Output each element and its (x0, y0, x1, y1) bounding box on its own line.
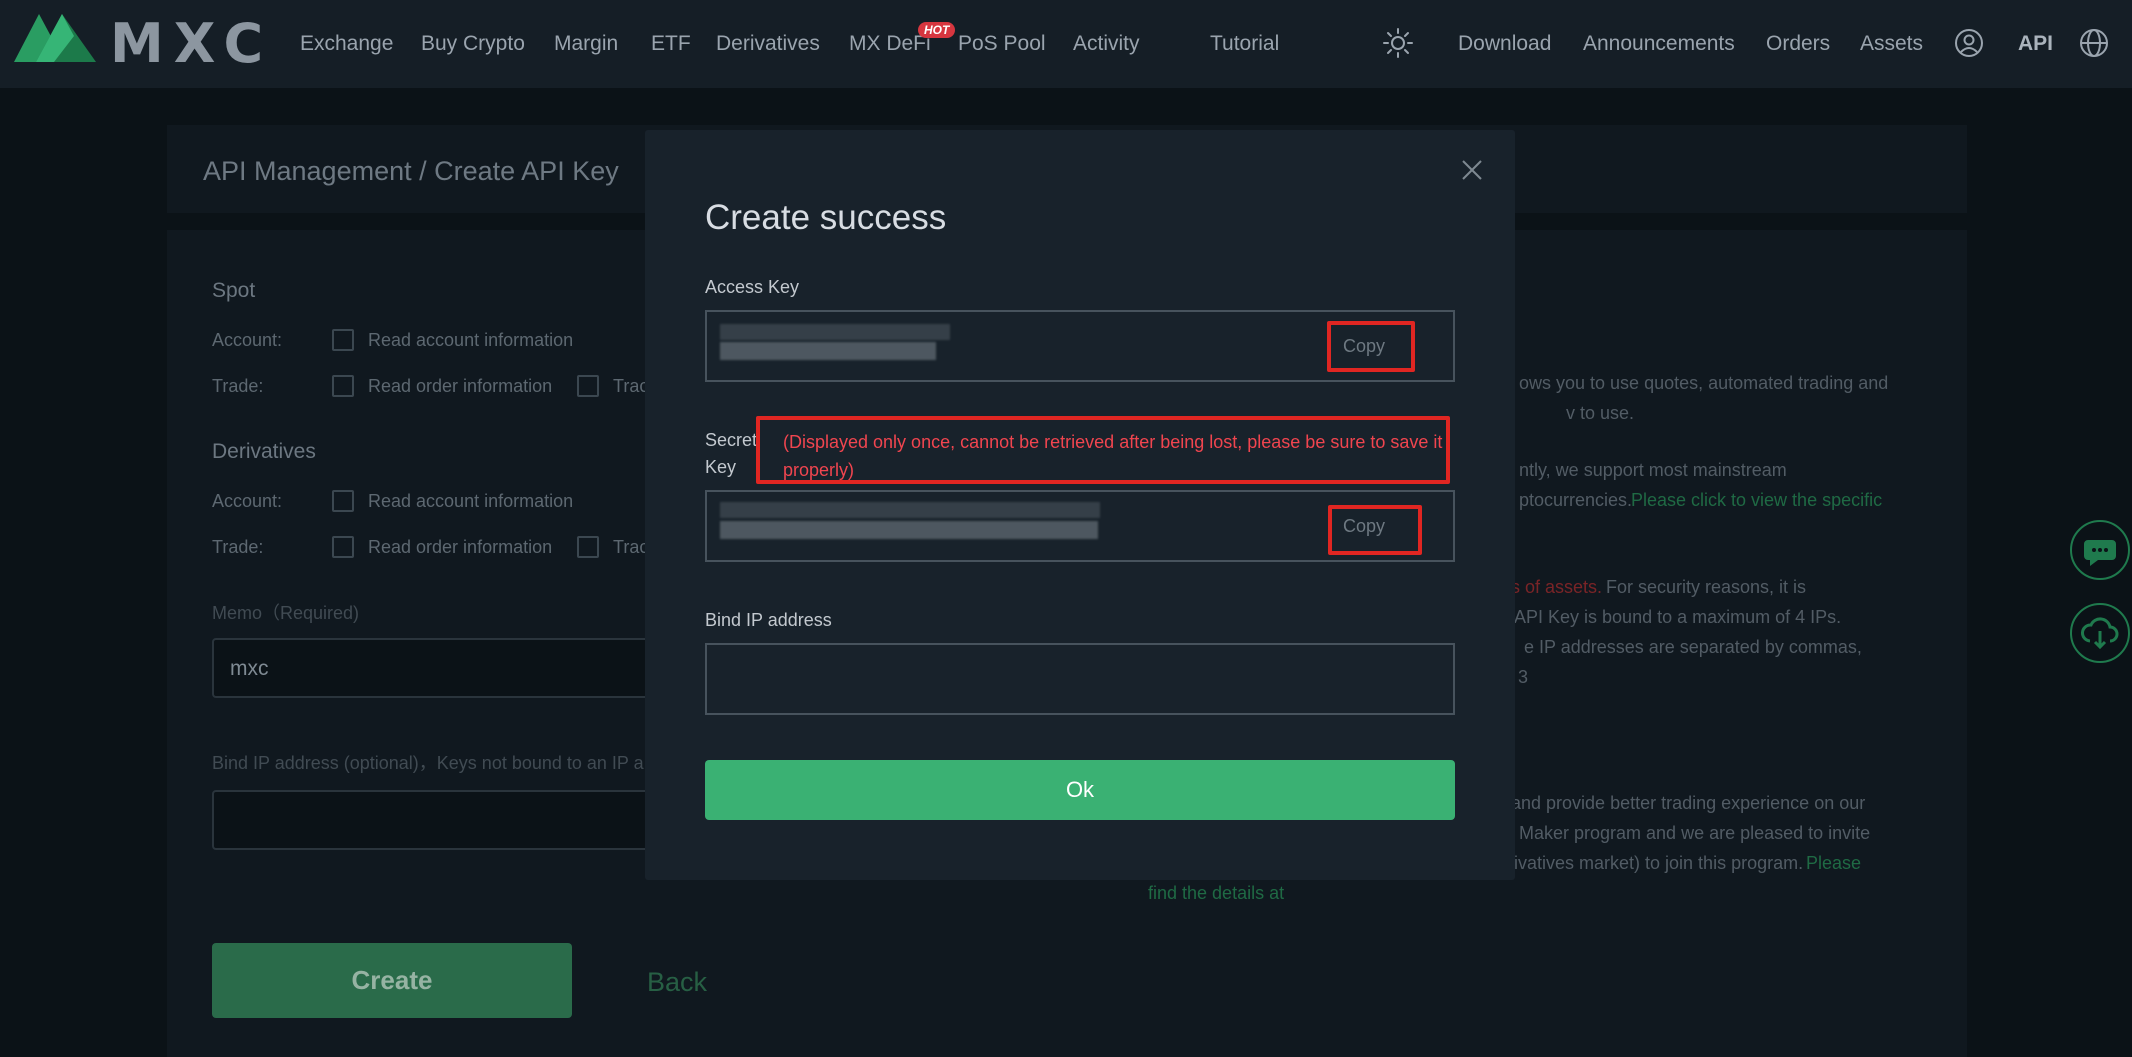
supported-assets-link[interactable]: Please click to view the specific (1631, 489, 1882, 511)
program-details-link-cont[interactable]: find the details at (1148, 882, 1284, 904)
logo-mark-icon (14, 14, 96, 62)
spot-read-order-label: Read order information (368, 376, 553, 396)
access-key-value-redacted (720, 324, 950, 340)
nav-api[interactable]: API (2018, 30, 2053, 58)
derivatives-account-label: Account: (212, 491, 283, 511)
memo-value: mxc (230, 657, 269, 680)
spot-heading: Spot (212, 279, 256, 302)
access-key-copy-button[interactable]: Copy (1343, 335, 1385, 357)
info-line: Maker program and we are pleased to invi… (1519, 823, 1871, 843)
info-line-red: s of assets. (1511, 577, 1603, 597)
memo-label: Memo（Required) (212, 603, 360, 623)
derivatives-read-account-label: Read account information (368, 491, 574, 511)
bind-ip-optional-input[interactable] (212, 790, 662, 850)
spot-read-account-checkbox[interactable] (332, 329, 354, 351)
nav-pos-pool[interactable]: PoS Pool (958, 30, 1046, 58)
info-line: v to use. (1566, 403, 1635, 423)
derivatives-trade-label: Trade: (212, 537, 264, 557)
info-line: and provide better trading experience on… (1511, 793, 1866, 813)
sun-icon[interactable] (1383, 28, 1413, 58)
derivatives-trade-option-label: Trac (613, 537, 649, 557)
mxc-logo[interactable]: MXC (14, 12, 263, 76)
program-details-link[interactable]: Please (1806, 852, 1861, 874)
derivatives-read-order-label: Read order information (368, 537, 553, 557)
info-line: 3 (1518, 667, 1529, 687)
nav-download[interactable]: Download (1458, 30, 1551, 58)
nav-activity[interactable]: Activity (1073, 30, 1140, 58)
nav-buy-crypto[interactable]: Buy Crypto (421, 30, 525, 58)
secret-key-copy-button[interactable]: Copy (1343, 515, 1385, 537)
nav-derivatives[interactable]: Derivatives (716, 30, 820, 58)
download-app-button[interactable] (2070, 603, 2130, 663)
spot-trade-checkbox[interactable] (577, 375, 599, 397)
derivatives-read-order-checkbox[interactable] (332, 536, 354, 558)
info-line: API Key is bound to a maximum of 4 IPs. (1514, 607, 1842, 627)
secret-key-label: Key (705, 457, 737, 477)
info-line: ivatives market) to join this program. (1514, 853, 1804, 873)
info-line: ows you to use quotes, automated trading… (1519, 373, 1889, 393)
nav-margin[interactable]: Margin (554, 30, 618, 58)
nav-etf[interactable]: ETF (651, 30, 691, 58)
bind-ip-optional-label: Bind IP address (optional)，Keys not boun… (212, 753, 644, 773)
cloud-download-icon (2081, 617, 2119, 650)
spot-read-order-checkbox[interactable] (332, 375, 354, 397)
top-nav: MXC Exchange Buy Crypto Margin ETF Deriv… (0, 0, 2132, 88)
derivatives-read-account-checkbox[interactable] (332, 490, 354, 512)
chat-support-button[interactable] (2070, 520, 2130, 580)
derivatives-heading: Derivatives (212, 440, 316, 463)
spot-trade-label: Trade: (212, 376, 264, 396)
spot-trade-option-label: Trac (613, 376, 649, 396)
modal-title: Create success (705, 198, 947, 237)
info-line: For security reasons, it is (1606, 577, 1807, 597)
info-line: e IP addresses are separated by commas, (1524, 637, 1862, 657)
spot-account-label: Account: (212, 330, 283, 350)
bind-ip-label: Bind IP address (705, 610, 832, 630)
nav-tutorial[interactable]: Tutorial (1210, 30, 1279, 58)
bind-ip-input[interactable] (705, 643, 1455, 715)
back-link[interactable]: Back (647, 966, 707, 998)
chat-icon (2084, 540, 2116, 566)
nav-assets[interactable]: Assets (1860, 30, 1923, 58)
spot-read-account-label: Read account information (368, 330, 574, 350)
create-button[interactable]: Create (212, 943, 572, 1018)
info-line: ptocurrencies. (1519, 490, 1633, 510)
secret-key-label: Secret (705, 430, 758, 450)
access-key-value-redacted (720, 342, 936, 360)
info-line: ntly, we support most mainstream (1519, 460, 1787, 480)
derivatives-trade-checkbox[interactable] (577, 536, 599, 558)
close-icon[interactable] (1460, 158, 1484, 182)
secret-key-value-redacted (720, 521, 1098, 539)
nav-exchange[interactable]: Exchange (300, 30, 393, 58)
secret-key-warning: (Displayed only once, cannot be retrieve… (783, 432, 1443, 480)
access-key-label: Access Key (705, 277, 800, 297)
secret-key-value-redacted (720, 502, 1100, 518)
hot-badge: HOT (918, 22, 956, 38)
globe-icon[interactable] (2079, 28, 2109, 58)
nav-announcements[interactable]: Announcements (1583, 30, 1735, 58)
nav-orders[interactable]: Orders (1766, 30, 1830, 58)
brand-name: MXC (110, 12, 274, 75)
ok-button[interactable]: Ok (705, 760, 1455, 820)
memo-input[interactable] (212, 638, 662, 698)
user-icon[interactable] (1954, 28, 1984, 58)
breadcrumb: API Management / Create API Key (203, 156, 619, 186)
